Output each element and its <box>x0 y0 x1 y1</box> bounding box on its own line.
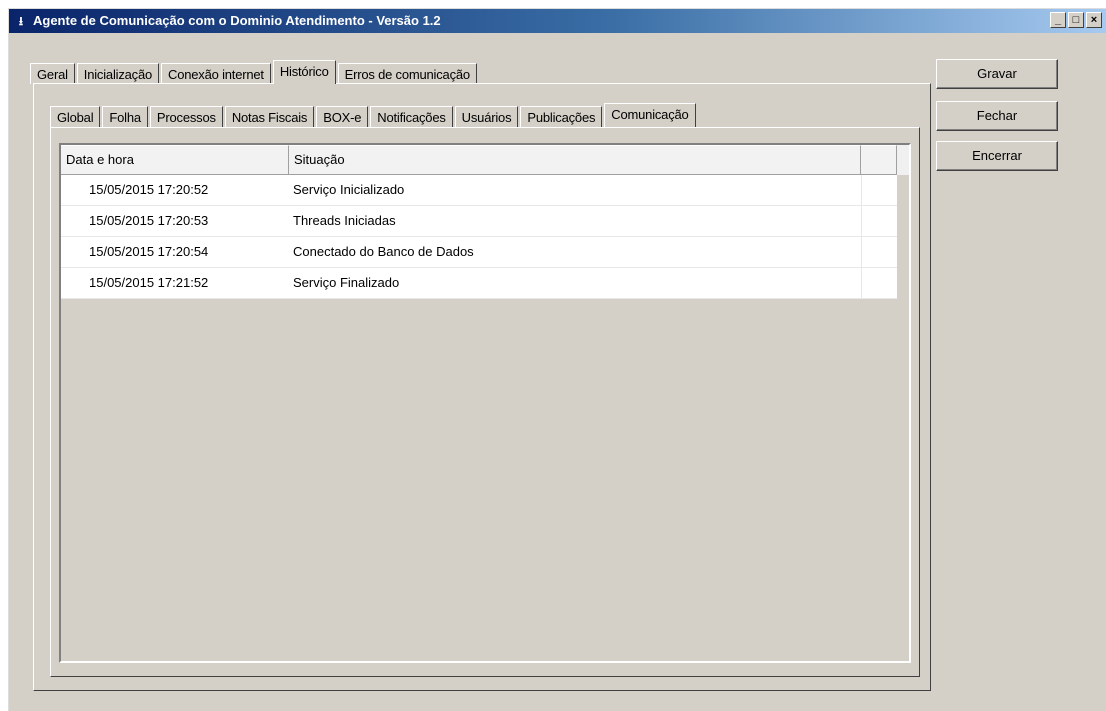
column-header-extra[interactable] <box>861 145 897 175</box>
cell-extra <box>861 206 897 236</box>
tab-publicacoes[interactable]: Publicações <box>520 106 603 127</box>
column-header-datetime[interactable]: Data e hora <box>61 145 289 175</box>
cell-extra <box>861 175 897 205</box>
outer-tab-strip: Geral Inicialização Conexão internet His… <box>30 60 479 84</box>
list-item[interactable]: 15/05/2015 17:20:53 Threads Iniciadas <box>61 206 897 237</box>
close-window-button[interactable]: Fechar <box>936 101 1058 131</box>
save-button[interactable]: Gravar <box>936 59 1058 89</box>
list-body: 15/05/2015 17:20:52 Serviço Inicializado… <box>61 175 897 299</box>
history-list[interactable]: Data e hora Situação 15/05/2015 17:20:52… <box>59 143 911 663</box>
shutdown-button[interactable]: Encerrar <box>936 141 1058 171</box>
tab-conexao-internet[interactable]: Conexão internet <box>161 63 271 84</box>
list-item[interactable]: 15/05/2015 17:21:52 Serviço Finalizado <box>61 268 897 299</box>
tab-folha[interactable]: Folha <box>102 106 148 127</box>
tab-geral[interactable]: Geral <box>30 63 75 84</box>
cell-datetime: 15/05/2015 17:21:52 <box>89 275 209 290</box>
tab-notificacoes[interactable]: Notificações <box>370 106 453 127</box>
cell-datetime: 15/05/2015 17:20:52 <box>89 182 209 197</box>
cell-datetime: 15/05/2015 17:20:53 <box>89 213 209 228</box>
list-item[interactable]: 15/05/2015 17:20:54 Conectado do Banco d… <box>61 237 897 268</box>
maximize-button[interactable]: □ <box>1068 12 1084 28</box>
inner-tab-strip: Global Folha Processos Notas Fiscais BOX… <box>50 103 698 127</box>
list-item[interactable]: 15/05/2015 17:20:52 Serviço Inicializado <box>61 175 897 206</box>
cell-status: Serviço Finalizado <box>293 275 400 290</box>
tab-inicializacao[interactable]: Inicialização <box>76 63 160 84</box>
tab-box-e[interactable]: BOX-e <box>316 106 369 127</box>
cell-status: Threads Iniciadas <box>293 213 396 228</box>
list-header: Data e hora Situação <box>61 145 909 175</box>
download-arrow-icon: ⭳ <box>18 14 24 28</box>
title-bar[interactable]: ⭳ Agente de Comunicação com o Dominio At… <box>9 9 1106 33</box>
column-header-status[interactable]: Situação <box>289 145 861 175</box>
tab-usuarios[interactable]: Usuários <box>454 106 519 127</box>
window-title: Agente de Comunicação com o Dominio Aten… <box>33 13 441 28</box>
tab-global[interactable]: Global <box>50 106 101 127</box>
tab-erros-comunicacao[interactable]: Erros de comunicação <box>337 63 477 84</box>
cell-extra <box>861 237 897 267</box>
close-button[interactable]: × <box>1086 12 1102 28</box>
tab-notas-fiscais[interactable]: Notas Fiscais <box>224 106 315 127</box>
window-controls: _ □ × <box>1050 12 1102 28</box>
tab-comunicacao[interactable]: Comunicação <box>604 103 696 127</box>
cell-extra <box>861 268 897 298</box>
tab-processos[interactable]: Processos <box>149 106 223 127</box>
tab-historico[interactable]: Histórico <box>272 60 336 84</box>
cell-status: Serviço Inicializado <box>293 182 405 197</box>
cell-datetime: 15/05/2015 17:20:54 <box>89 244 209 259</box>
cell-status: Conectado do Banco de Dados <box>293 244 474 259</box>
minimize-button[interactable]: _ <box>1050 12 1066 28</box>
